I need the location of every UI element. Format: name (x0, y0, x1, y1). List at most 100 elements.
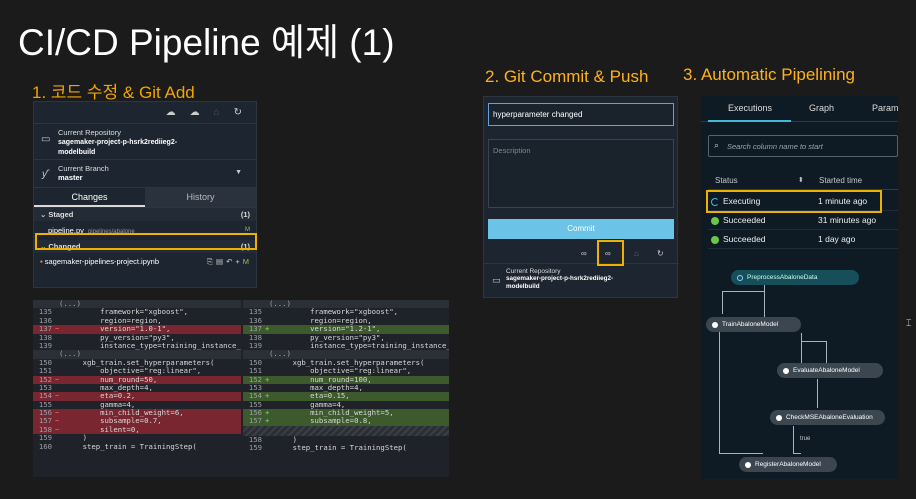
diff-icon[interactable]: ▤ (216, 257, 226, 266)
tab-history[interactable]: History (145, 188, 256, 207)
repo-name-line1: sagemaker-project-p-hsrk2rediieg2- (58, 139, 178, 146)
code-text: step_train = TrainingStep( (275, 443, 407, 453)
diff-empty-region (243, 425, 449, 436)
current-repository[interactable]: ▭ Current Repository sagemaker-project-p… (484, 263, 679, 299)
pipeline-panel: Executions Graph Param ⌕ Search column n… (701, 96, 898, 479)
git-panel: ☁ ☁ ⌂ ↻ ▭ Current Repository sagemaker-p… (33, 101, 257, 288)
diff-gutter: + (265, 374, 270, 384)
search-input[interactable]: ⌕ Search column name to start (708, 135, 898, 157)
graph-edge (793, 453, 801, 454)
changed-file-row[interactable]: ▪ sagemaker-pipelines-project.ipynb ⎘▤↶+… (34, 253, 256, 270)
branch-name: master (58, 173, 83, 182)
graph-edge (801, 341, 826, 342)
commit-button[interactable]: Commit (488, 219, 674, 239)
edge-label: true (800, 436, 811, 442)
graph-node[interactable]: PreprocessAbaloneData (731, 270, 859, 285)
refresh-icon[interactable]: ↻ (234, 107, 242, 118)
diff-gutter: + (265, 391, 270, 401)
search-placeholder: Search column name to start (727, 142, 823, 151)
graph-edge (826, 341, 827, 363)
success-icon (711, 217, 719, 225)
execution-status: Succeeded (723, 234, 766, 244)
col-status[interactable]: Status (715, 176, 738, 185)
graph-edge (722, 291, 723, 314)
diff-viewer: (...) 135 framework="xgboost", 136 region=… (33, 300, 449, 477)
repo-name-line1: sagemaker-project-p-hsrk2rediieg2- (506, 275, 614, 282)
repo-name-line2: modelbuild (506, 283, 540, 290)
execution-time: 1 day ago (818, 234, 856, 244)
commit-toolbar: ∞ ∞ ⌂ ↻ (484, 245, 679, 263)
executing-row-highlight (706, 190, 882, 213)
graph-node[interactable]: EvaluateAbaloneModel (777, 363, 883, 378)
diff-gutter: − (55, 424, 60, 434)
diff-gutter: − (55, 391, 60, 401)
diff-gutter: + (265, 416, 270, 426)
staged-section[interactable]: ⌄ Staged (1) (34, 208, 256, 221)
graph-node[interactable]: TrainAbaloneModel (706, 317, 801, 332)
code-text: step_train = TrainingStep( (65, 441, 197, 451)
tab-executions[interactable]: Executions (728, 103, 772, 113)
staged-file-highlight (35, 233, 257, 250)
branch-label: Current Branch (58, 164, 109, 173)
stage-icon[interactable]: + (235, 257, 242, 266)
execution-row[interactable]: Succeeded 1 day ago (708, 230, 898, 249)
tab-changes[interactable]: Changes (34, 188, 145, 207)
pull-icon[interactable]: ☁ (166, 107, 176, 118)
tag-icon[interactable]: ⌂ (634, 249, 639, 258)
monitor-icon: ▭ (492, 275, 501, 285)
diff-line: 154 + eta=0.15, (243, 391, 449, 401)
executions-table-header: Status ⬍ Started time (708, 172, 898, 190)
push-icon[interactable]: ☁ (190, 107, 200, 118)
repo-label: Current Repository (506, 268, 561, 275)
tab-parameters[interactable]: Param (872, 103, 898, 113)
success-icon (711, 236, 719, 244)
chevron-down-icon[interactable]: ▼ (235, 169, 242, 176)
step-2-title: 2. Git Commit & Push (485, 67, 649, 86)
open-file-icon[interactable]: ⎘ (207, 257, 216, 266)
tag-icon[interactable]: ⌂ (214, 107, 220, 118)
code-text: instance_type=training_instance_type, (310, 340, 449, 350)
col-started-time[interactable]: Started time (819, 176, 862, 185)
graph-edge (719, 332, 720, 453)
monitor-icon: ▭ (41, 134, 51, 145)
step-3-title: 3. Automatic Pipelining (683, 65, 855, 84)
current-repository[interactable]: ▭ Current Repository sagemaker-project-p… (34, 124, 256, 160)
graph-node[interactable]: RegisterAbaloneModel (739, 457, 837, 472)
tab-graph[interactable]: Graph (809, 103, 834, 113)
staged-label: Staged (48, 210, 74, 219)
diff-line: 159 step_train = TrainingStep( (243, 443, 449, 453)
commit-summary-input[interactable]: hyperparameter changed (488, 103, 674, 126)
text-cursor-icon: ⌶ (906, 318, 912, 328)
file-name: sagemaker-pipelines-project.ipynb (44, 257, 159, 266)
search-icon: ⌕ (714, 140, 720, 150)
line-number: 157 (248, 416, 262, 426)
graph-node[interactable]: CheckMSEAbaloneEvaluation (770, 410, 885, 425)
repo-name-line2: modelbuild (58, 149, 96, 156)
diff-gutter: − (55, 324, 60, 334)
execution-time: 31 minutes ago (818, 215, 877, 225)
push-button-highlight (597, 240, 624, 266)
staged-count: (1) (240, 210, 250, 219)
diff-gutter: − (55, 374, 60, 384)
refresh-icon[interactable]: ↻ (657, 249, 664, 258)
execution-status: Succeeded (723, 215, 766, 225)
diff-line: 160 step_train = TrainingStep( (33, 441, 241, 451)
diff-gutter: + (265, 324, 270, 334)
code-text: instance_type=training_instance_type, (100, 340, 241, 350)
commit-panel: hyperparameter changed Description Commi… (483, 96, 679, 299)
execution-row[interactable]: Succeeded 31 minutes ago (708, 211, 898, 230)
line-number: 160 (38, 441, 52, 451)
code-text: subsample=0.8, (275, 416, 372, 426)
current-branch[interactable]: ƴ Current Branch master ▼ (34, 160, 256, 188)
modified-badge: M (242, 257, 252, 266)
git-tabs: Changes History (34, 188, 256, 208)
pull-icon[interactable]: ∞ (581, 249, 587, 258)
step-1-title: 1. 코드 수정 & Git Add (32, 83, 195, 102)
discard-icon[interactable]: ↶ (226, 257, 235, 266)
commit-description-input[interactable]: Description (488, 139, 674, 208)
pipeline-tabs: Executions Graph Param (701, 96, 898, 122)
line-number: 159 (248, 443, 262, 453)
sort-icon[interactable]: ⬍ (798, 176, 804, 184)
graph-edge (793, 426, 794, 453)
diff-line: 157 + subsample=0.8, (243, 416, 449, 426)
